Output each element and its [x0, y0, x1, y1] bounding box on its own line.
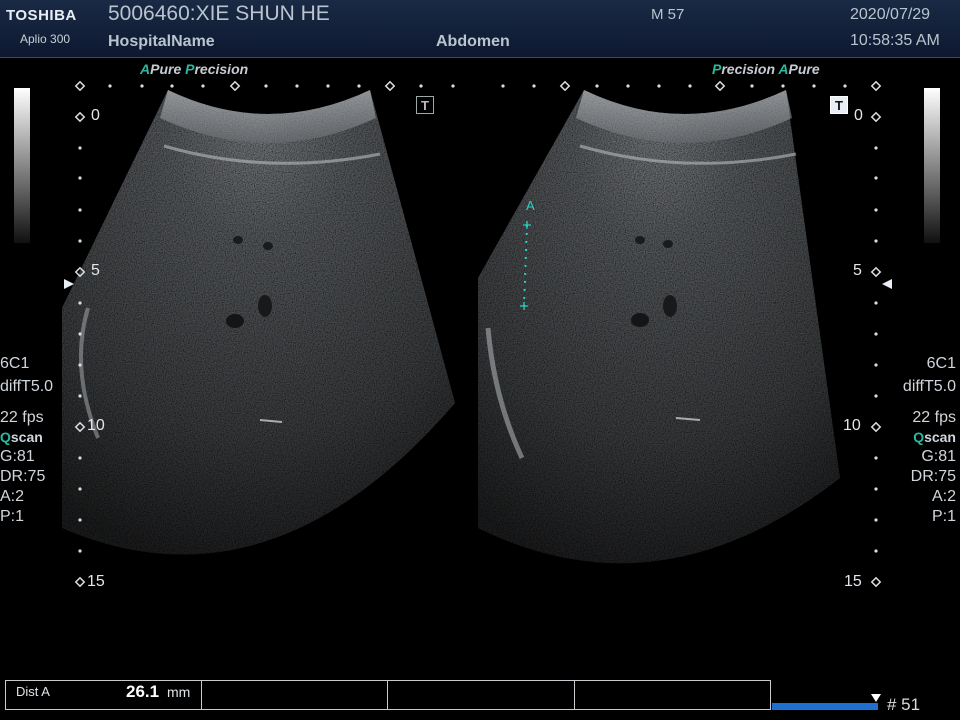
mechanical-index: M 57 [651, 6, 685, 23]
caliper-label: A [526, 198, 535, 213]
header-bar: TOSHIBA Aplio 300 5006460:XIE SHUN HE Ho… [0, 0, 960, 58]
measurement-label: Dist A [16, 684, 50, 699]
focus-marker-right-icon[interactable] [882, 279, 892, 289]
depth-mark-left: 10 [87, 417, 105, 434]
depth-mark-left: 15 [87, 573, 105, 590]
measurement-value: 26.1 [126, 682, 160, 701]
depth-mark-right: 5 [853, 262, 862, 279]
qscan-label: Qscan [0, 429, 43, 445]
depth-mark-right: 15 [844, 573, 862, 590]
depth-mark-left: 0 [91, 107, 100, 124]
gain-value: G:81 [921, 448, 956, 465]
measurement-unit: mm [167, 684, 191, 700]
qscan-label: Qscan [913, 429, 956, 445]
hospital-name: HospitalName [108, 33, 215, 50]
left-tissue-icon[interactable]: T [416, 96, 434, 114]
ultrasound-images [62, 80, 892, 588]
exam-type: Abdomen [436, 33, 510, 50]
persistence: P:1 [931, 508, 956, 525]
depth-mark-right: 10 [843, 417, 861, 434]
imaging-mode: diffT5.0 [902, 378, 956, 395]
persistence: P:1 [0, 508, 25, 525]
acoustic-power: A:2 [931, 488, 956, 505]
frame-number: # 51 [887, 695, 921, 714]
imaging-mode: diffT5.0 [0, 378, 54, 395]
dynamic-range: DR:75 [910, 468, 956, 485]
probe-name: 6C1 [926, 355, 956, 372]
image-area[interactable]: APure Precision T Precision APure T 0 5 … [0, 58, 960, 680]
measurement-cell-empty [575, 681, 770, 709]
probe-name: 6C1 [0, 355, 30, 372]
patient-id: 5006460:XIE SHUN HE [108, 2, 330, 25]
exam-time: 10:58:35 AM [850, 32, 940, 49]
cine-progress-bar[interactable] [772, 703, 878, 710]
measurement-cell-empty [388, 681, 575, 709]
measurement-cell[interactable]: Dist A 26.1 mm [6, 681, 202, 709]
left-sector-image [62, 90, 455, 555]
cine-position-icon[interactable] [871, 694, 881, 702]
acoustic-power: A:2 [0, 488, 25, 505]
dynamic-range: DR:75 [0, 468, 46, 485]
gain-value: G:81 [0, 448, 35, 465]
grayscale-bar-right [924, 88, 940, 243]
right-tissue-icon[interactable]: T [830, 96, 848, 114]
depth-mark-left: 5 [91, 262, 100, 279]
grayscale-bar-left [14, 88, 30, 243]
frame-rate: 22 fps [0, 409, 44, 426]
system-model: Aplio 300 [20, 32, 71, 46]
left-parameters: 6C1 diffT5.0 22 fps Qscan G:81 DR:75 A:2… [0, 354, 53, 527]
measurement-cell-empty [202, 681, 388, 709]
left-image-tag: APure Precision [140, 61, 249, 77]
right-image-tag: Precision APure [712, 61, 820, 77]
depth-mark-right: 0 [854, 107, 863, 124]
frame-rate: 22 fps [912, 409, 956, 426]
exam-date: 2020/07/29 [850, 6, 931, 23]
right-sector-image [478, 90, 840, 564]
measurement-table: Dist A 26.1 mm [5, 680, 771, 710]
right-parameters: 6C1 diffT5.0 22 fps Qscan G:81 DR:75 A:2… [903, 354, 956, 527]
brand-logo: TOSHIBA [6, 7, 77, 24]
